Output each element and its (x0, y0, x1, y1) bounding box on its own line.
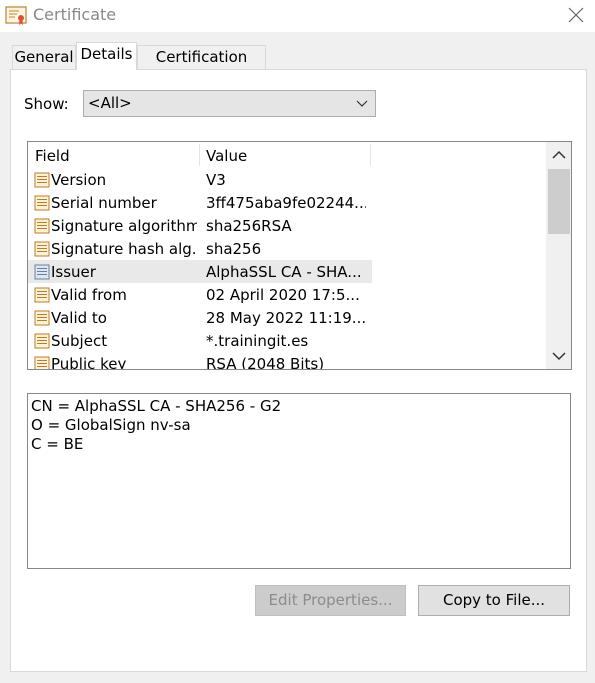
row-field: Public key (51, 355, 127, 370)
list-header: Field Value (28, 142, 372, 167)
list-row[interactable]: Valid from 02 April 2020 17:5... (28, 283, 372, 306)
property-icon (34, 264, 50, 280)
list-row[interactable]: Signature algorithm sha256RSA (28, 214, 372, 237)
row-field: Serial number (51, 194, 157, 212)
show-dropdown[interactable]: <All> (83, 90, 376, 117)
certificate-icon (5, 6, 27, 25)
property-icon (34, 172, 50, 188)
button-label: Copy to File... (442, 591, 546, 609)
property-icon (34, 218, 50, 234)
window-title: Certificate (33, 5, 117, 24)
list-row[interactable]: Signature hash alg... sha256 (28, 237, 372, 260)
list-row[interactable]: Public key RSA (2048 Bits) (28, 352, 372, 370)
detail-line: CN = AlphaSSL CA - SHA256 - G2 (31, 397, 282, 415)
row-field: Valid from (51, 286, 127, 304)
list-row[interactable]: Subject *.trainingit.es (28, 329, 372, 352)
field-list[interactable]: Field Value Version V3 Serial number 3ff475… (27, 141, 572, 370)
scroll-down-button[interactable] (546, 343, 571, 369)
column-header-field[interactable]: Field (35, 147, 70, 165)
property-icon (34, 195, 50, 211)
row-value: V3 (206, 171, 226, 189)
edit-properties-button[interactable]: Edit Properties... (255, 585, 406, 616)
row-value: AlphaSSL CA - SHA... (206, 263, 362, 281)
chevron-up-icon (552, 150, 566, 159)
title-bar: Certificate (0, 0, 595, 32)
column-divider[interactable] (199, 144, 200, 166)
chevron-down-icon (356, 100, 368, 107)
row-field: Version (51, 171, 107, 189)
row-value: RSA (2048 Bits) (206, 355, 325, 370)
row-value: sha256RSA (206, 217, 292, 235)
chevron-down-icon (552, 352, 566, 361)
property-icon (34, 241, 50, 257)
row-field: Issuer (51, 263, 96, 281)
list-row[interactable]: Valid to 28 May 2022 11:19... (28, 306, 372, 329)
tab-label: Details (80, 45, 133, 63)
scroll-thumb[interactable] (548, 169, 570, 234)
show-label: Show: (24, 95, 69, 113)
row-value: *.trainingit.es (206, 332, 309, 350)
row-value: 28 May 2022 11:19... (206, 309, 366, 327)
list-row[interactable]: Issuer AlphaSSL CA - SHA... (28, 260, 372, 283)
row-field: Signature algorithm (51, 217, 197, 235)
copy-to-file-button[interactable]: Copy to File... (418, 585, 570, 616)
column-header-value[interactable]: Value (206, 147, 247, 165)
row-value: 02 April 2020 17:5... (206, 286, 360, 304)
column-divider[interactable] (370, 144, 371, 166)
tab-general[interactable]: General (12, 45, 76, 69)
property-icon (34, 287, 50, 303)
list-row[interactable]: Version V3 (28, 168, 372, 191)
detail-line: O = GlobalSign nv-sa (31, 416, 191, 434)
vertical-scrollbar[interactable] (546, 142, 571, 369)
tab-certification-path[interactable]: Certification Path (137, 45, 266, 88)
tab-details[interactable]: Details (76, 42, 137, 70)
scroll-up-button[interactable] (546, 142, 571, 168)
row-field: Subject (51, 332, 108, 350)
field-detail-textbox[interactable]: CN = AlphaSSL CA - SHA256 - G2 O = Globa… (27, 393, 571, 569)
row-field: Signature hash alg... (51, 240, 197, 258)
close-icon (568, 7, 584, 23)
button-label: Edit Properties... (268, 591, 393, 609)
row-field: Valid to (51, 309, 107, 327)
property-icon (34, 356, 50, 369)
row-value: sha256 (206, 240, 262, 258)
close-button[interactable] (558, 0, 594, 32)
list-row[interactable]: Serial number 3ff475aba9fe02244... (28, 191, 372, 214)
detail-line: C = BE (31, 435, 84, 453)
property-icon (34, 310, 50, 326)
show-selected-value: <All> (88, 94, 132, 112)
property-icon (34, 333, 50, 349)
row-value: 3ff475aba9fe02244... (206, 194, 366, 212)
tab-label: General (14, 48, 74, 66)
